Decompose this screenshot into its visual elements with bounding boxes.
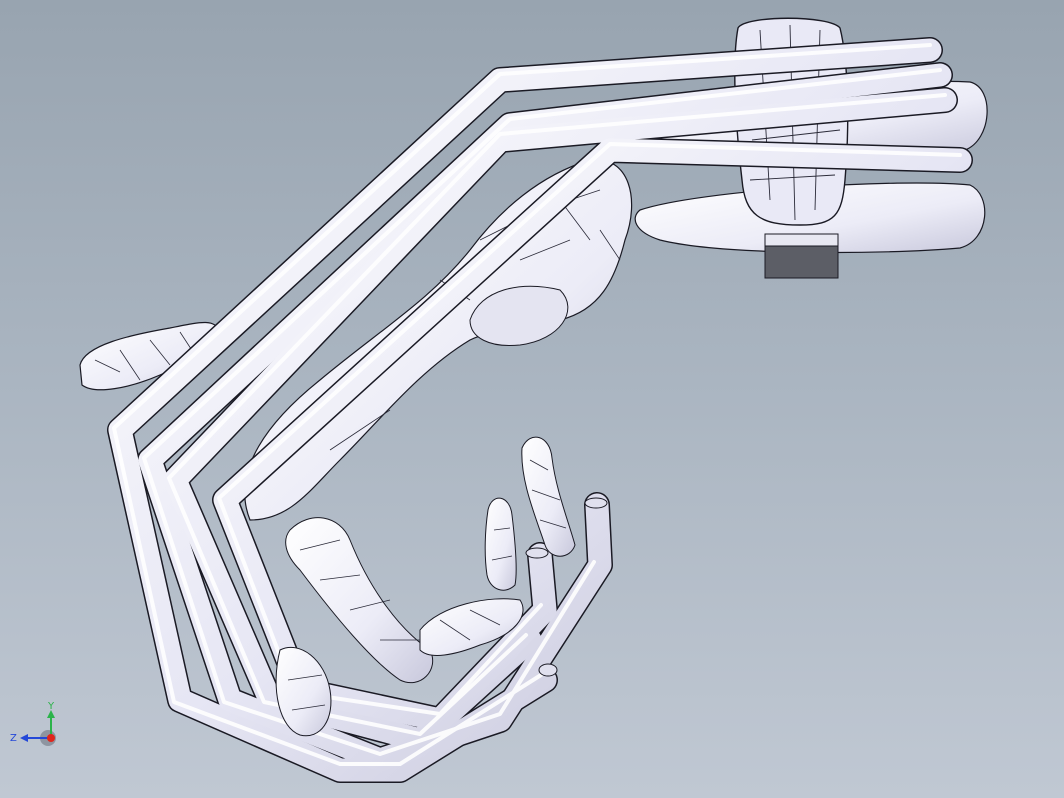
y-axis-label: Y: [47, 701, 55, 712]
clamp-foot-top: [764, 233, 839, 247]
axis-triad[interactable]: Y Z: [8, 700, 68, 760]
cad-viewport[interactable]: Y Z: [0, 0, 1064, 798]
cad-model[interactable]: [0, 0, 1064, 798]
z-axis-arrow-icon: [20, 734, 28, 742]
fingertip-bone-1[interactable]: [521, 436, 576, 557]
fingertip-bone-2[interactable]: [484, 497, 517, 591]
z-axis-label: Z: [10, 733, 17, 744]
tube-bundle[interactable]: [107, 37, 973, 783]
x-axis-dot-icon: [47, 734, 55, 742]
